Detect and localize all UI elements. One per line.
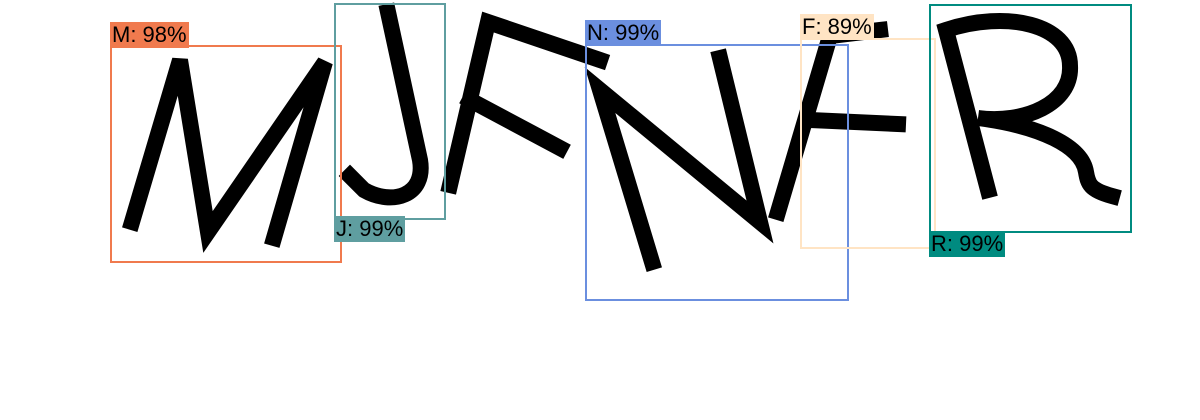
detection-box-r [929, 4, 1132, 233]
detection-label-f: F: 89% [800, 14, 874, 40]
detection-box-f [800, 38, 936, 249]
glyph-f1 [440, 11, 611, 195]
detection-box-m [110, 45, 342, 263]
detection-label-n: N: 99% [585, 20, 662, 46]
detection-label-j: J: 99% [334, 216, 406, 242]
detection-label-r: R: 99% [929, 231, 1006, 257]
detection-label-m: M: 98% [110, 22, 189, 48]
detection-box-j [334, 3, 446, 220]
